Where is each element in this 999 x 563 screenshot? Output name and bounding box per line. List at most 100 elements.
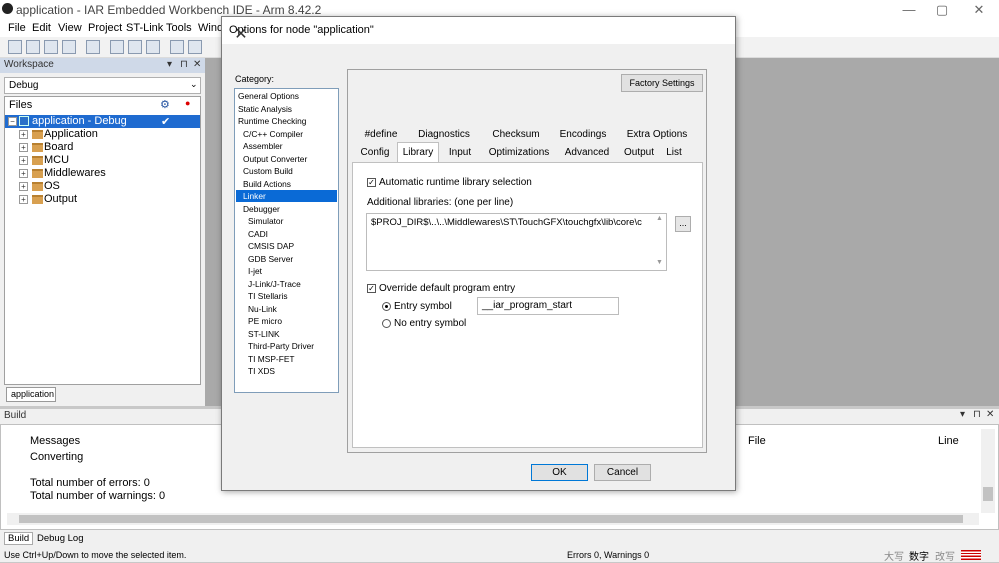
- auto-lib-checkbox[interactable]: ✓: [367, 178, 376, 187]
- category-item[interactable]: TI XDS: [236, 365, 337, 377]
- cancel-button[interactable]: Cancel: [594, 464, 651, 481]
- category-item[interactable]: Build Actions: [236, 178, 337, 190]
- scroll-up-icon[interactable]: ▲: [656, 215, 663, 222]
- print-icon[interactable]: [86, 40, 100, 54]
- category-item[interactable]: ST-LINK: [236, 328, 337, 340]
- category-item[interactable]: Custom Build: [236, 165, 337, 177]
- no-entry-symbol-radio[interactable]: [382, 319, 391, 328]
- browse-libs-button[interactable]: ...: [675, 216, 691, 232]
- tab-output[interactable]: Output: [619, 145, 659, 161]
- tab-advanced[interactable]: Advanced: [560, 145, 614, 161]
- collapse-icon[interactable]: −: [8, 117, 17, 126]
- workspace-tab[interactable]: application: [6, 387, 56, 402]
- category-item[interactable]: Simulator: [236, 215, 337, 227]
- tab-library[interactable]: Library: [397, 142, 439, 163]
- tab-extra-options[interactable]: Extra Options: [624, 127, 690, 143]
- category-item[interactable]: TI MSP-FET: [236, 353, 337, 365]
- chevron-down-icon[interactable]: ▾: [167, 59, 172, 70]
- category-item[interactable]: Nu-Link: [236, 303, 337, 315]
- category-item[interactable]: GDB Server: [236, 253, 337, 265]
- cut-icon[interactable]: [110, 40, 124, 54]
- tree-item[interactable]: + Output: [5, 193, 200, 206]
- menu-edit[interactable]: Edit: [32, 22, 51, 34]
- override-entry-checkbox[interactable]: ✓: [367, 284, 376, 293]
- expand-icon[interactable]: +: [19, 143, 28, 152]
- tab-list[interactable]: List: [661, 145, 687, 161]
- menu-view[interactable]: View: [58, 22, 82, 34]
- tab-encodings[interactable]: Encodings: [555, 127, 611, 143]
- category-item[interactable]: Third-Party Driver: [236, 340, 337, 352]
- tab-diagnostics[interactable]: Diagnostics: [412, 127, 476, 143]
- app-icon: [2, 3, 13, 14]
- scroll-down-icon[interactable]: ▼: [656, 259, 663, 266]
- save-icon[interactable]: [44, 40, 58, 54]
- minimize-button[interactable]: —: [893, 0, 925, 20]
- menu-window[interactable]: Wind: [198, 22, 223, 34]
- menu-st-link[interactable]: ST-Link: [126, 22, 163, 34]
- pin-icon[interactable]: ⊓: [973, 409, 981, 420]
- ok-button[interactable]: OK: [531, 464, 588, 481]
- tree-item[interactable]: + MCU: [5, 154, 200, 167]
- category-item[interactable]: I-jet: [236, 265, 337, 277]
- tree-item[interactable]: + Board: [5, 141, 200, 154]
- category-item[interactable]: Assembler: [236, 140, 337, 152]
- category-item[interactable]: Runtime Checking: [236, 115, 337, 127]
- tree-root[interactable]: − application - Debug ✔: [5, 115, 200, 128]
- menu-file[interactable]: File: [8, 22, 26, 34]
- copy-icon[interactable]: [128, 40, 142, 54]
- horizontal-scrollbar[interactable]: [7, 513, 979, 525]
- tree-item[interactable]: + OS: [5, 180, 200, 193]
- gear-icon[interactable]: ⚙: [160, 98, 170, 111]
- factory-settings-button[interactable]: Factory Settings: [621, 74, 703, 92]
- expand-icon[interactable]: +: [19, 169, 28, 178]
- tree-item[interactable]: + Application: [5, 128, 200, 141]
- expand-icon[interactable]: +: [19, 195, 28, 204]
- close-icon[interactable]: ✕: [193, 59, 201, 70]
- entry-symbol-input[interactable]: __iar_program_start: [477, 297, 619, 315]
- tab-debug-log[interactable]: Debug Log: [37, 533, 83, 544]
- scrollbar-thumb[interactable]: [983, 487, 993, 501]
- save-all-icon[interactable]: [62, 40, 76, 54]
- category-item[interactable]: PE micro: [236, 315, 337, 327]
- tab-optimizations[interactable]: Optimizations: [485, 145, 553, 161]
- tree-item[interactable]: + Middlewares: [5, 167, 200, 180]
- category-item[interactable]: CADI: [236, 228, 337, 240]
- entry-symbol-radio[interactable]: [382, 302, 391, 311]
- expand-icon[interactable]: +: [19, 156, 28, 165]
- tab-build[interactable]: Build: [4, 532, 34, 545]
- new-file-icon[interactable]: [8, 40, 22, 54]
- redo-icon[interactable]: [188, 40, 202, 54]
- category-item[interactable]: C/C++ Compiler: [236, 128, 337, 140]
- category-item[interactable]: General Options: [236, 90, 337, 102]
- category-item[interactable]: J-Link/J-Trace: [236, 278, 337, 290]
- category-item[interactable]: Output Converter: [236, 153, 337, 165]
- undo-icon[interactable]: [170, 40, 184, 54]
- tab-define[interactable]: #define: [361, 127, 401, 143]
- category-item[interactable]: Static Analysis: [236, 103, 337, 115]
- category-item[interactable]: TI Stellaris: [236, 290, 337, 302]
- category-list: General Options Static Analysis Runtime Ch…: [234, 88, 339, 393]
- close-button[interactable]: ✕: [963, 0, 995, 20]
- tab-config[interactable]: Config: [356, 145, 394, 161]
- additional-libs-textarea[interactable]: $PROJ_DIR$\..\..\Middlewares\ST\TouchGFX…: [366, 213, 667, 271]
- vertical-scrollbar[interactable]: [981, 429, 995, 513]
- category-item[interactable]: CMSIS DAP: [236, 240, 337, 252]
- expand-icon[interactable]: +: [19, 130, 28, 139]
- category-item[interactable]: Linker: [236, 190, 337, 202]
- expand-icon[interactable]: +: [19, 182, 28, 191]
- entry-symbol-label: Entry symbol: [394, 301, 452, 312]
- category-item[interactable]: Debugger: [236, 203, 337, 215]
- maximize-button[interactable]: ▢: [926, 0, 958, 20]
- scrollbar-thumb[interactable]: [19, 515, 963, 523]
- tab-input[interactable]: Input: [443, 145, 477, 161]
- close-icon[interactable]: ✕: [986, 409, 994, 420]
- pin-icon[interactable]: ⊓: [180, 59, 188, 70]
- tab-checksum[interactable]: Checksum: [489, 127, 543, 143]
- paste-icon[interactable]: [146, 40, 160, 54]
- config-select[interactable]: Debug ⌄: [4, 77, 201, 94]
- chevron-down-icon[interactable]: ▾: [960, 409, 965, 420]
- menu-project[interactable]: Project: [88, 22, 122, 34]
- dialog-close-button[interactable]: ✕: [229, 24, 253, 46]
- menu-tools[interactable]: Tools: [166, 22, 192, 34]
- new-workspace-icon[interactable]: [26, 40, 40, 54]
